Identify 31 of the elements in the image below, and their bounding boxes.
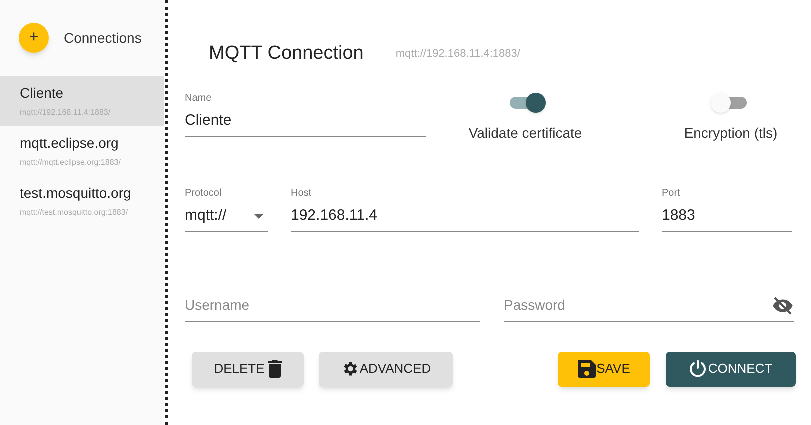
save-button[interactable]: SAVE (558, 352, 650, 386)
field-label: Name (185, 92, 213, 104)
connection-name: test.mosquitto.org (20, 184, 132, 203)
connection-name: mqtt.eclipse.org (20, 134, 120, 153)
delete-button[interactable]: DELETE (192, 352, 304, 386)
toggle-label: Encryption (tls) (684, 124, 778, 143)
toggle-label: Validate certificate (468, 124, 582, 142)
connection-name: Cliente (20, 84, 65, 103)
page-title: MQTT Connection (209, 42, 364, 66)
username-field[interactable]: Username (185, 294, 480, 318)
field-label: Protocol (185, 186, 223, 200)
power-icon (689, 360, 708, 378)
connection-url: mqtt://192.168.11.4:1883/ (396, 47, 520, 62)
connection-item[interactable]: mqtt.eclipse.org mqtt://mqtt.eclipse.org:1883/ (0, 126, 164, 176)
add-button[interactable]: + (19, 23, 49, 53)
connection-item[interactable]: test.mosquitto.org mqtt://test.mosquitto.org:1883/ (0, 176, 164, 226)
field-label: Host (291, 186, 313, 200)
host-field[interactable]: 192.168.11.4 (291, 204, 639, 228)
connect-button[interactable]: CONNECT (666, 352, 796, 386)
field-label: Port (662, 186, 682, 200)
caret-icon (254, 214, 264, 218)
port-field[interactable]: 1883 (662, 204, 792, 228)
connection-url: mqtt://test.mosquitto.org:1883/ (20, 207, 130, 219)
password-field[interactable]: Password (504, 294, 772, 318)
name-field[interactable]: Cliente (185, 110, 426, 132)
connection-url: mqtt://mqtt.eclipse.org:1883/ (20, 157, 122, 169)
advanced-button[interactable]: ADVANCED (319, 352, 453, 386)
sidebar-title: Connections (64, 28, 142, 48)
trash-icon (268, 360, 282, 378)
protocol-dropdown[interactable]: mqtt:// (185, 204, 254, 228)
eye-off-icon[interactable] (772, 297, 794, 315)
